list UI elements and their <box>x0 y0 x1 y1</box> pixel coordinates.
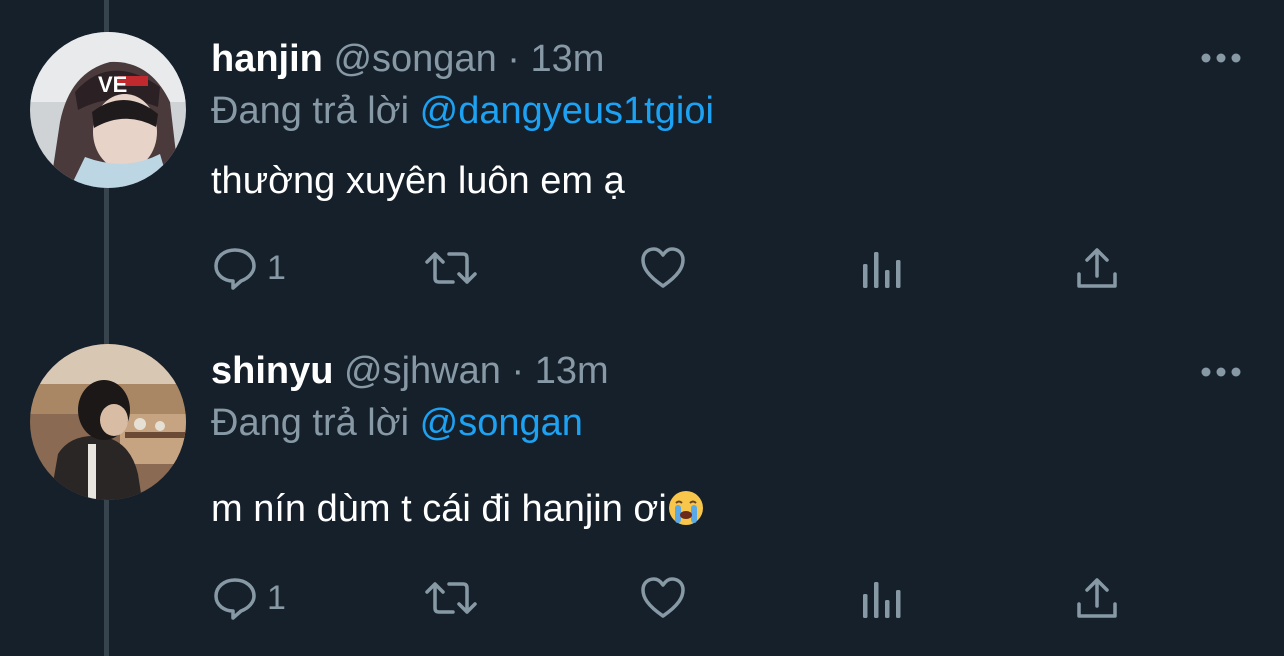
replying-to-link[interactable]: @dangyeus1tgioi <box>420 90 714 132</box>
timestamp[interactable]: 13m <box>535 350 609 392</box>
share-icon <box>1077 578 1117 618</box>
reply-count: 1 <box>267 248 286 287</box>
more-icon <box>1201 53 1241 63</box>
stats-button[interactable] <box>857 240 905 296</box>
reply-count: 1 <box>267 578 286 617</box>
svg-text:VE: VE <box>98 72 127 97</box>
replying-to-link[interactable]: @songan <box>420 402 583 444</box>
action-bar: 1 <box>211 570 1171 626</box>
reply-button[interactable]: 1 <box>211 240 286 296</box>
reply-button[interactable]: 1 <box>211 570 286 626</box>
more-icon <box>1201 367 1241 377</box>
reply-icon <box>214 248 256 290</box>
retweet-icon <box>425 582 477 614</box>
tweet-text-container: m nín dùm t cái đi hanjin ơi <box>211 486 705 532</box>
replying-to-label: Đang trả lời <box>211 90 410 132</box>
like-icon <box>641 247 685 288</box>
display-name[interactable]: shinyu <box>211 350 333 392</box>
display-name[interactable]: hanjin <box>211 38 323 80</box>
share-button[interactable] <box>1073 570 1121 626</box>
retweet-button[interactable] <box>423 570 479 626</box>
like-icon <box>641 577 685 618</box>
replying-to: Đang trả lời @dangyeus1tgioi <box>211 88 714 134</box>
stats-icon <box>863 252 901 288</box>
avatar[interactable] <box>30 344 186 500</box>
separator-dot: · <box>507 38 520 80</box>
stats-button[interactable] <box>857 570 905 626</box>
stats-icon <box>863 582 901 618</box>
reply-icon <box>214 578 256 620</box>
separator-dot: · <box>511 350 525 392</box>
replying-to-label: Đang trả lời <box>211 402 410 444</box>
more-options-button[interactable] <box>1198 360 1244 384</box>
avatar[interactable]: VE <box>30 32 186 188</box>
tweet-header: shinyu @sjhwan · 13m <box>211 348 609 394</box>
user-handle[interactable]: @songan <box>333 38 496 80</box>
tweet[interactable]: VE hanjin @songan · 13m Đang trả lời @da… <box>0 0 1284 330</box>
tweet-text: thường xuyên luôn em ạ <box>211 160 625 202</box>
tweet[interactable]: shinyu @sjhwan · 13m Đang trả lời @songa… <box>0 330 1284 656</box>
timestamp[interactable]: 13m <box>530 38 604 80</box>
share-icon <box>1077 248 1117 288</box>
crying-face-emoji <box>668 491 703 525</box>
like-button[interactable] <box>639 240 687 296</box>
replying-to: Đang trả lời @songan <box>211 400 583 446</box>
retweet-button[interactable] <box>423 240 479 296</box>
tweet-text: m nín dùm t cái đi hanjin ơi <box>211 488 667 530</box>
like-button[interactable] <box>639 570 687 626</box>
share-button[interactable] <box>1073 240 1121 296</box>
more-options-button[interactable] <box>1198 46 1244 70</box>
action-bar: 1 <box>211 240 1171 296</box>
retweet-icon <box>425 252 477 284</box>
tweet-header: hanjin @songan · 13m <box>211 36 604 82</box>
user-handle[interactable]: @sjhwan <box>344 350 501 392</box>
